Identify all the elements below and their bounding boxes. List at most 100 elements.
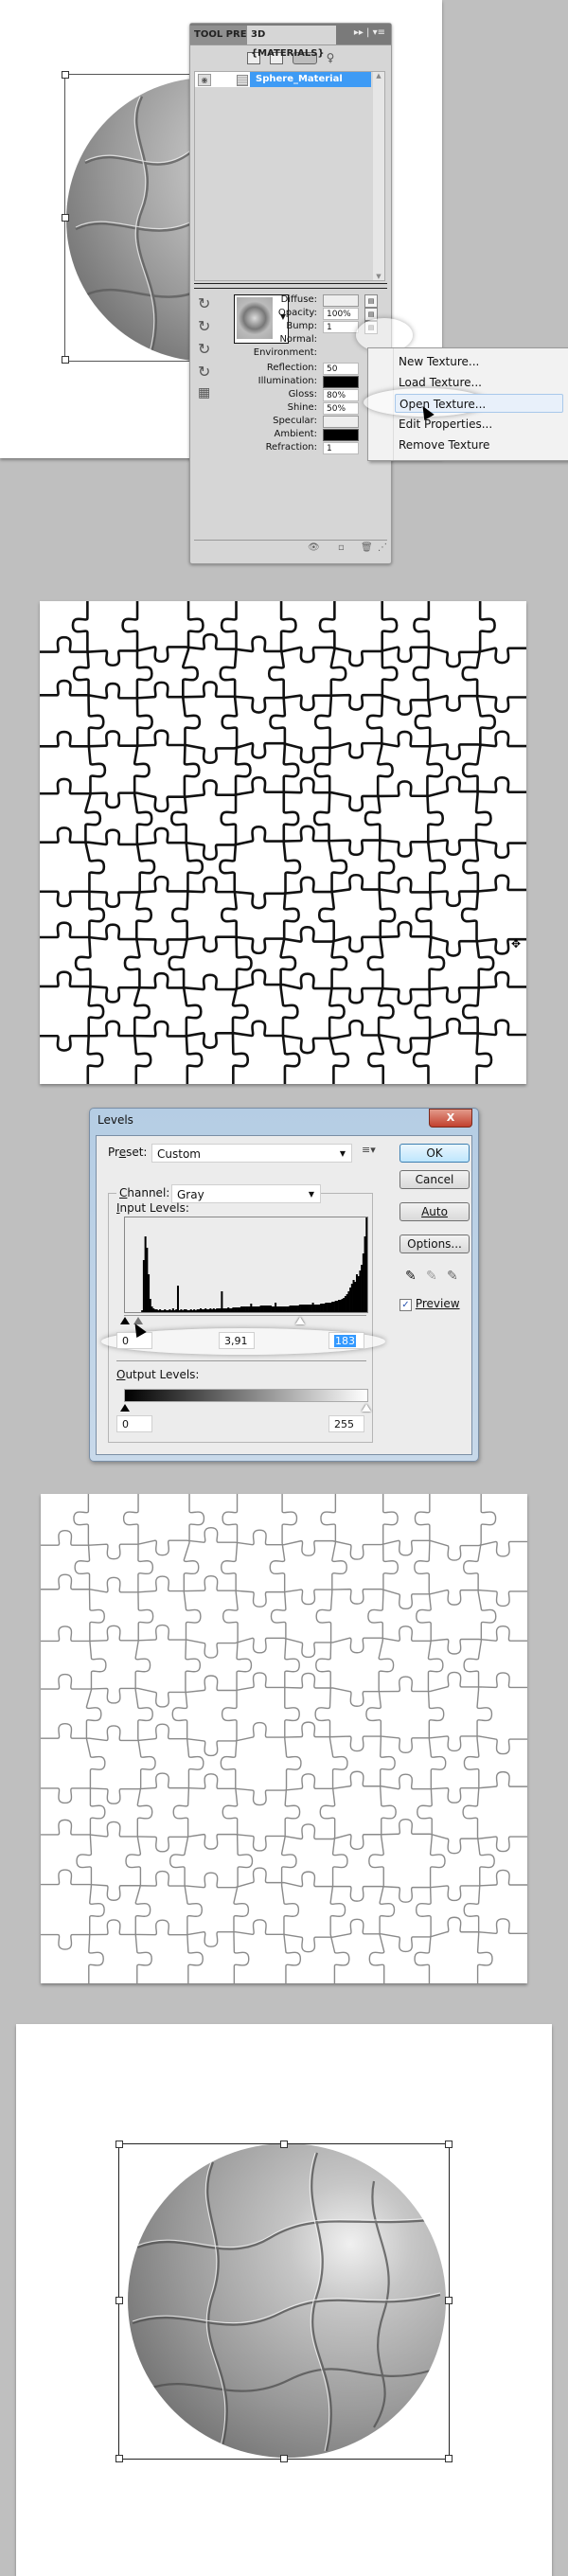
- transform-handle-bottom-left[interactable]: [62, 356, 69, 364]
- output-white-slider[interactable]: [362, 1404, 371, 1412]
- histogram-bar: [361, 1265, 364, 1312]
- histogram-bar: [164, 1309, 167, 1312]
- preview-checkbox[interactable]: ✓ Preview: [399, 1297, 460, 1311]
- histogram-bar: [339, 1300, 342, 1312]
- histogram-bar: [295, 1306, 298, 1312]
- property-label: Bump:: [286, 321, 317, 331]
- menu-item-new-texture[interactable]: New Texture...: [395, 352, 563, 371]
- histogram-bar: [332, 1302, 335, 1312]
- transform-handle-top-right[interactable]: [445, 2141, 453, 2148]
- histogram-bar: [148, 1274, 151, 1312]
- list-scrollbar[interactable]: ▲ ▼: [373, 72, 384, 280]
- transform-handle-bottom-right[interactable]: [445, 2455, 453, 2462]
- property-label: Reflection:: [266, 363, 317, 373]
- histogram-bar: [159, 1309, 162, 1312]
- black-eyedropper-icon[interactable]: ✎: [405, 1269, 417, 1284]
- puzzle-edge: [267, 601, 302, 1084]
- roll-object-tool-icon[interactable]: ↻: [198, 317, 219, 336]
- input-gamma-field[interactable]: 3,91: [219, 1332, 255, 1349]
- histogram-bar: [364, 1236, 366, 1312]
- rotate-object-tool-icon[interactable]: ↻: [198, 294, 219, 313]
- property-field[interactable]: 50%: [323, 402, 359, 415]
- property-field[interactable]: 50: [323, 363, 359, 375]
- list-item[interactable]: ◉ Sphere_Material: [195, 72, 371, 87]
- tab-tool-presets[interactable]: TOOL PRE: [190, 26, 251, 44]
- property-field[interactable]: 80%: [323, 389, 359, 401]
- cancel-button[interactable]: Cancel: [399, 1170, 470, 1189]
- output-black-field[interactable]: 0: [116, 1415, 152, 1432]
- material-drop-tool-icon[interactable]: ▦: [198, 385, 219, 404]
- histogram-bar: [207, 1309, 210, 1312]
- color-swatch[interactable]: [323, 294, 359, 307]
- output-black-slider[interactable]: [120, 1404, 130, 1412]
- transform-handle-top-center[interactable]: [280, 2141, 288, 2148]
- histogram-bar: [343, 1298, 346, 1312]
- property-field[interactable]: 100%: [323, 308, 359, 320]
- menu-item-remove-texture[interactable]: Remove Texture: [395, 435, 563, 454]
- property-field[interactable]: 1: [323, 442, 359, 454]
- preset-label: Preset:: [108, 1146, 148, 1159]
- auto-button[interactable]: Auto: [399, 1202, 470, 1221]
- drag-object-tool-icon[interactable]: ↻: [198, 340, 219, 359]
- color-swatch[interactable]: [323, 429, 359, 441]
- ok-button[interactable]: OK: [399, 1144, 470, 1163]
- scroll-up-icon[interactable]: ▲: [373, 72, 384, 80]
- panel-menu-icon[interactable]: ▸▸ | ▾≡: [354, 27, 385, 38]
- histogram-bar: [307, 1305, 310, 1312]
- transform-bounding-box[interactable]: [118, 2143, 450, 2460]
- preset-select[interactable]: Custom ▼: [151, 1144, 352, 1163]
- histogram-bar: [355, 1274, 358, 1312]
- input-slider-track[interactable]: [124, 1315, 366, 1316]
- close-button[interactable]: X: [429, 1109, 472, 1128]
- material-name[interactable]: Sphere_Material: [250, 72, 371, 87]
- histogram-bar: [209, 1308, 212, 1312]
- toggle-visibility-icon[interactable]: 👁: [308, 542, 320, 553]
- texture-menu-icon[interactable]: ▤: [364, 294, 378, 308]
- resize-grip-icon[interactable]: ⋰: [378, 542, 387, 553]
- input-white-slider[interactable]: [295, 1317, 305, 1324]
- color-swatch[interactable]: [323, 416, 359, 428]
- trash-icon[interactable]: 🗑: [361, 542, 373, 553]
- eye-icon[interactable]: ◉: [198, 74, 211, 86]
- property-label: Illumination:: [257, 376, 317, 386]
- preset-options-icon[interactable]: ≡▾: [362, 1144, 376, 1156]
- panel-splitter[interactable]: [194, 283, 387, 289]
- checkbox-icon[interactable]: ✓: [399, 1299, 412, 1311]
- tab-3d-materials[interactable]: 3D {MATERIALS}: [247, 26, 336, 59]
- menu-item-edit-properties[interactable]: Edit Properties...: [395, 415, 563, 434]
- transform-handle-mid-right[interactable]: [445, 2297, 453, 2304]
- histogram-bar: [149, 1299, 151, 1312]
- scroll-down-icon[interactable]: ▼: [373, 273, 384, 280]
- transform-handle-mid-left[interactable]: [115, 2297, 123, 2304]
- light-filter-icon[interactable]: ♀: [327, 51, 335, 64]
- channel-select[interactable]: Gray ▼: [171, 1184, 321, 1203]
- transform-handle-top-left[interactable]: [115, 2141, 123, 2148]
- puzzle-texture-image[interactable]: [40, 601, 526, 1084]
- transform-handle-top-left[interactable]: [62, 71, 69, 79]
- histogram-bar: [350, 1284, 353, 1312]
- puzzle-texture-adjusted-image[interactable]: [41, 1494, 527, 1983]
- document-canvas-bottom[interactable]: [16, 2024, 552, 2576]
- color-swatch[interactable]: [323, 376, 359, 388]
- gray-eyedropper-icon[interactable]: ✎: [426, 1269, 437, 1284]
- puzzle-edge: [312, 601, 350, 1084]
- histogram-bar: [246, 1306, 249, 1312]
- histogram-bar: [185, 1309, 187, 1312]
- material-preview-image: [237, 297, 273, 339]
- slide-object-tool-icon[interactable]: ↻: [198, 363, 219, 382]
- input-black-slider[interactable]: [120, 1317, 130, 1324]
- output-white-field[interactable]: 255: [328, 1415, 364, 1432]
- histogram-bar: [155, 1309, 158, 1312]
- transform-handle-bottom-center[interactable]: [280, 2455, 288, 2462]
- dialog-title: Levels: [98, 1113, 133, 1127]
- property-field[interactable]: 1: [323, 321, 359, 333]
- white-eyedropper-icon[interactable]: ✎: [447, 1269, 458, 1284]
- options-button[interactable]: Options...: [399, 1235, 470, 1253]
- transform-handle-mid-left[interactable]: [62, 214, 69, 222]
- histogram-bar: [182, 1310, 185, 1312]
- levels-dialog: Levels X Preset: Custom ▼ ≡▾ OK Cancel A…: [89, 1108, 479, 1462]
- new-material-icon[interactable]: ▫: [338, 542, 345, 553]
- histogram-chart: [141, 1217, 368, 1312]
- transform-handle-bottom-left[interactable]: [115, 2455, 123, 2462]
- input-white-field[interactable]: 183: [328, 1332, 364, 1349]
